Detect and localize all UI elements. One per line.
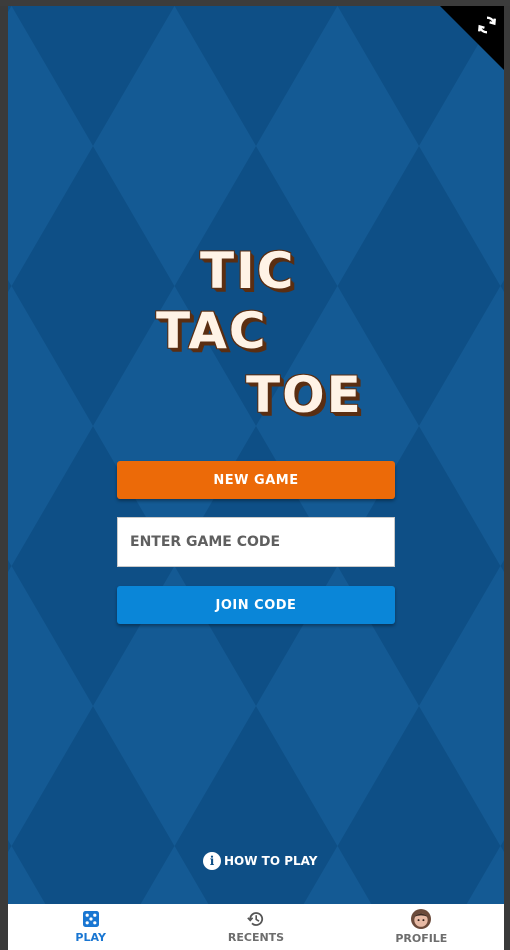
dice-icon (82, 911, 99, 927)
nav-item-recents[interactable]: RECENTS (173, 904, 338, 950)
title-toe: TOE (246, 366, 363, 424)
how-to-play-link[interactable]: i HOW TO PLAY (203, 852, 318, 870)
join-code-button[interactable]: JOIN CODE (117, 586, 395, 624)
nav-label-play: PLAY (75, 931, 106, 944)
bottom-navigation: PLAY RECENTS PROFILE (8, 904, 504, 950)
history-icon (247, 912, 264, 926)
how-to-play-label: HOW TO PLAY (224, 854, 318, 868)
nav-label-recents: RECENTS (227, 931, 285, 944)
new-game-button[interactable]: NEW GAME (117, 461, 395, 499)
game-code-input[interactable] (117, 517, 395, 567)
sync-icon[interactable] (476, 14, 498, 36)
nav-item-play[interactable]: PLAY (8, 904, 173, 950)
nav-label-profile: PROFILE (395, 932, 448, 945)
nav-item-profile[interactable]: PROFILE (339, 904, 504, 950)
title-tac: TAC (156, 302, 268, 360)
info-icon: i (203, 852, 221, 870)
title-tic: TIC (200, 242, 296, 300)
app-screen: TIC TAC TOE NEW GAME JOIN CODE i HOW TO … (8, 6, 504, 950)
avatar-icon (411, 909, 432, 929)
argyle-background (8, 6, 504, 904)
